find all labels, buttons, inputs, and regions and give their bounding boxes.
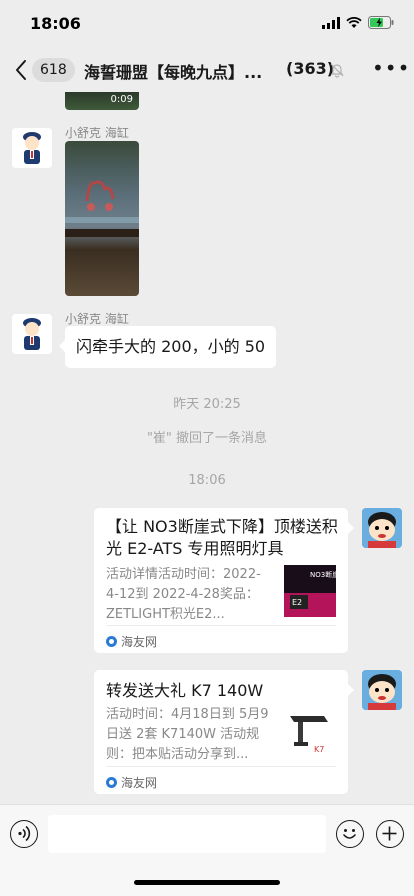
member-count: (363) [286, 59, 335, 78]
card-title: 【让 NO3断崖式下降】顶楼送积光 E2-ATS 专用照明灯具 [106, 517, 338, 558]
text-message-bubble[interactable]: 闪牵手大的 200，小的 50 [58, 326, 277, 368]
aquarium-photo [65, 180, 139, 237]
cartoon-boy-avatar-icon [362, 508, 402, 548]
card-description: 活动详情活动时间：2022-4-12到 2022-4-28奖品： ZETLIGH… [106, 567, 261, 622]
card-source: 海友网 [106, 774, 157, 791]
source-name: 海友网 [121, 776, 158, 790]
message-text-input[interactable] [48, 815, 326, 853]
officer-avatar-icon [12, 128, 52, 168]
avatar[interactable] [362, 670, 402, 710]
cellular-signal-icon [322, 16, 340, 29]
link-card[interactable]: 【让 NO3断崖式下降】顶楼送积光 E2-ATS 专用照明灯具 活动详情活动时间… [94, 508, 354, 653]
sender-name: 小舒克 海缸 [65, 126, 129, 140]
unread-count-badge[interactable]: 618 [32, 58, 75, 82]
thumb-text: NO3断崖 [310, 570, 336, 579]
image-message[interactable] [65, 141, 139, 296]
source-logo-icon [106, 777, 117, 788]
status-icons [322, 16, 394, 29]
smiley-icon [343, 829, 356, 839]
product-promo-image: NO3断崖 E2 [284, 565, 339, 617]
thumb-brand: E2 [292, 598, 302, 607]
card-description: 活动时间：4月18日到 5月9日送 2套 K7140W 活动规则：把本贴活动分享… [106, 707, 269, 762]
emoji-button[interactable] [336, 820, 364, 848]
video-message-thumbnail[interactable]: 0:09 [65, 92, 139, 110]
plus-icon [382, 826, 397, 841]
chat-title: 海誓珊盟【每晚九点】... [84, 63, 263, 82]
sender-name: 小舒克 海缸 [65, 312, 129, 326]
source-name: 海友网 [121, 635, 158, 649]
battery-charging-icon [368, 16, 394, 29]
avatar[interactable] [362, 508, 402, 548]
more-functions-button[interactable] [376, 820, 404, 848]
aquarium-light-image: K7 [284, 708, 336, 760]
status-bar: 18:06 [0, 0, 414, 48]
card-source: 海友网 [106, 633, 157, 650]
officer-avatar-icon [12, 314, 52, 354]
home-indicator [134, 880, 280, 885]
voice-input-button[interactable] [10, 820, 38, 848]
thumb-text: K7 [314, 745, 324, 754]
back-arrow-icon[interactable] [12, 58, 32, 82]
recall-notice: "崔" 撤回了一条消息 [146, 431, 268, 446]
avatar[interactable] [12, 314, 52, 354]
link-card[interactable]: 转发送大礼 K7 140W 活动时间：4月18日到 5月9日送 2套 K7140… [94, 670, 354, 794]
timestamp: 18:06 [188, 473, 226, 488]
more-options-button[interactable]: ••• [372, 58, 410, 78]
source-logo-icon [106, 636, 117, 647]
chat-message-list[interactable]: 0:09 小舒克 海缸 小舒克 海缸 闪牵手大的 200，小的 50 昨天 20… [0, 92, 414, 804]
status-time: 18:06 [30, 14, 81, 33]
cartoon-boy-avatar-icon [362, 670, 402, 710]
voice-icon [18, 825, 31, 842]
video-duration: 0:09 [110, 94, 133, 105]
divider [106, 625, 336, 626]
chat-header: 618 海誓珊盟【每晚九点】... (363) ••• [0, 48, 414, 92]
timestamp: 昨天 20:25 [173, 397, 241, 412]
card-thumbnail: NO3断崖 E2 [284, 565, 339, 617]
avatar[interactable] [12, 128, 52, 168]
divider [106, 766, 336, 767]
mute-bell-icon [330, 63, 344, 78]
wifi-icon [346, 16, 362, 28]
card-thumbnail: K7 [284, 708, 336, 760]
card-title: 转发送大礼 K7 140W [106, 681, 264, 700]
